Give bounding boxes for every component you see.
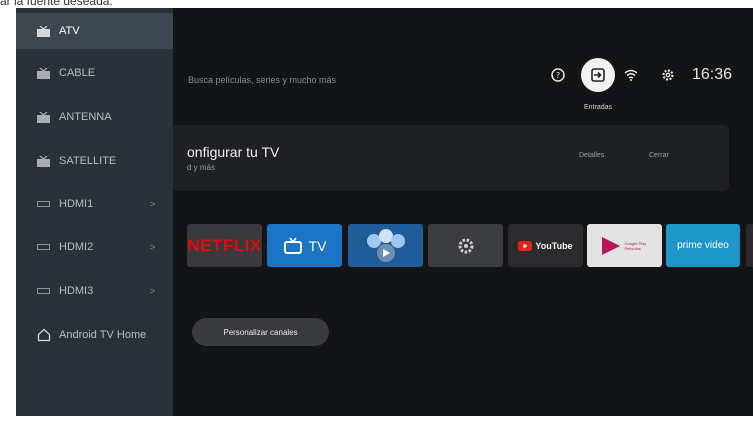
inputs-button[interactable] <box>581 58 615 92</box>
input-source-icon <box>591 68 605 82</box>
close-button[interactable]: Cerrar <box>649 152 669 159</box>
app-more[interactable] <box>746 224 753 267</box>
sidebar-item-antenna[interactable]: ANTENNA <box>16 99 173 135</box>
tv-icon <box>283 237 302 254</box>
gear-icon[interactable] <box>661 68 675 85</box>
sidebar-item-hdmi2[interactable]: HDMI2 > <box>16 229 173 265</box>
search-bar[interactable]: Busca películas, series y mucho más <box>188 75 336 85</box>
app-youtube[interactable]: YouTube <box>508 224 583 267</box>
sidebar-item-hdmi1[interactable]: HDMI1 > <box>16 186 173 222</box>
sidebar-item-label: ANTENNA <box>59 111 112 123</box>
sidebar-item-satellite[interactable]: SATELLITE <box>16 143 173 179</box>
sidebar-item-android-tv-home[interactable]: Android TV Home <box>16 317 173 353</box>
hdmi-icon <box>37 201 51 207</box>
sidebar-item-atv[interactable]: ATV <box>16 13 173 49</box>
chevron-right-icon: > <box>150 199 156 209</box>
sidebar-item-label: CABLE <box>59 67 96 79</box>
sidebar-item-label: Android TV Home <box>59 329 147 341</box>
hdmi-icon <box>37 244 51 250</box>
setup-card-title: onfigurar tu TV <box>187 144 280 160</box>
youtube-play-icon <box>518 240 533 251</box>
sidebar-item-label: HDMI3 <box>59 285 94 297</box>
app-games[interactable] <box>348 224 423 267</box>
tv-icon <box>37 67 51 79</box>
svg-text:?: ? <box>556 71 560 80</box>
setup-card-subtitle: d y más <box>187 163 216 172</box>
details-button[interactable]: Detalles <box>579 152 604 159</box>
tv-label: TV <box>308 237 327 254</box>
wifi-icon[interactable] <box>624 68 638 85</box>
customize-channels-button[interactable]: Personalizar canales <box>192 318 329 346</box>
input-sidebar: ATV CABLE ANTENNA SATELLITE HDMI1 > HDMI… <box>16 8 173 416</box>
sidebar-item-cable[interactable]: CABLE <box>16 55 173 91</box>
settings-gear-icon <box>458 238 473 253</box>
app-netflix[interactable]: NETFLIX <box>187 224 262 267</box>
sidebar-item-hdmi3[interactable]: HDMI3 > <box>16 273 173 309</box>
app-prime-video[interactable]: prime video <box>666 224 740 267</box>
prime-label: prime video <box>677 240 729 251</box>
sidebar-item-label: HDMI2 <box>59 241 94 253</box>
tv-icon <box>37 25 51 37</box>
chevron-right-icon: > <box>150 286 156 296</box>
help-icon[interactable]: ? <box>551 68 565 85</box>
inputs-label: Entradas <box>583 104 613 111</box>
play-movies-icon <box>601 236 620 255</box>
sidebar-item-label: ATV <box>59 25 80 37</box>
hdmi-icon <box>37 288 51 294</box>
sidebar-item-label: HDMI1 <box>59 198 94 210</box>
home-icon <box>37 328 51 342</box>
netflix-label: NETFLIX <box>187 235 262 255</box>
tv-icon <box>37 155 51 167</box>
sidebar-item-label: SATELLITE <box>59 155 117 167</box>
tv-icon <box>37 111 51 123</box>
games-icon <box>366 228 405 262</box>
play-movies-label: Google Play Películas <box>624 240 647 251</box>
chevron-right-icon: > <box>150 242 156 252</box>
app-settings[interactable] <box>428 224 503 267</box>
page-caption: ar la fuente deseada. <box>0 0 113 8</box>
youtube-label: YouTube <box>535 240 573 251</box>
app-play-movies[interactable]: Google Play Películas <box>587 224 662 267</box>
app-live-tv[interactable]: TV <box>267 224 342 267</box>
tv-screen: Busca películas, series y mucho más ? En… <box>16 8 753 416</box>
clock: 16:36 <box>692 66 733 83</box>
